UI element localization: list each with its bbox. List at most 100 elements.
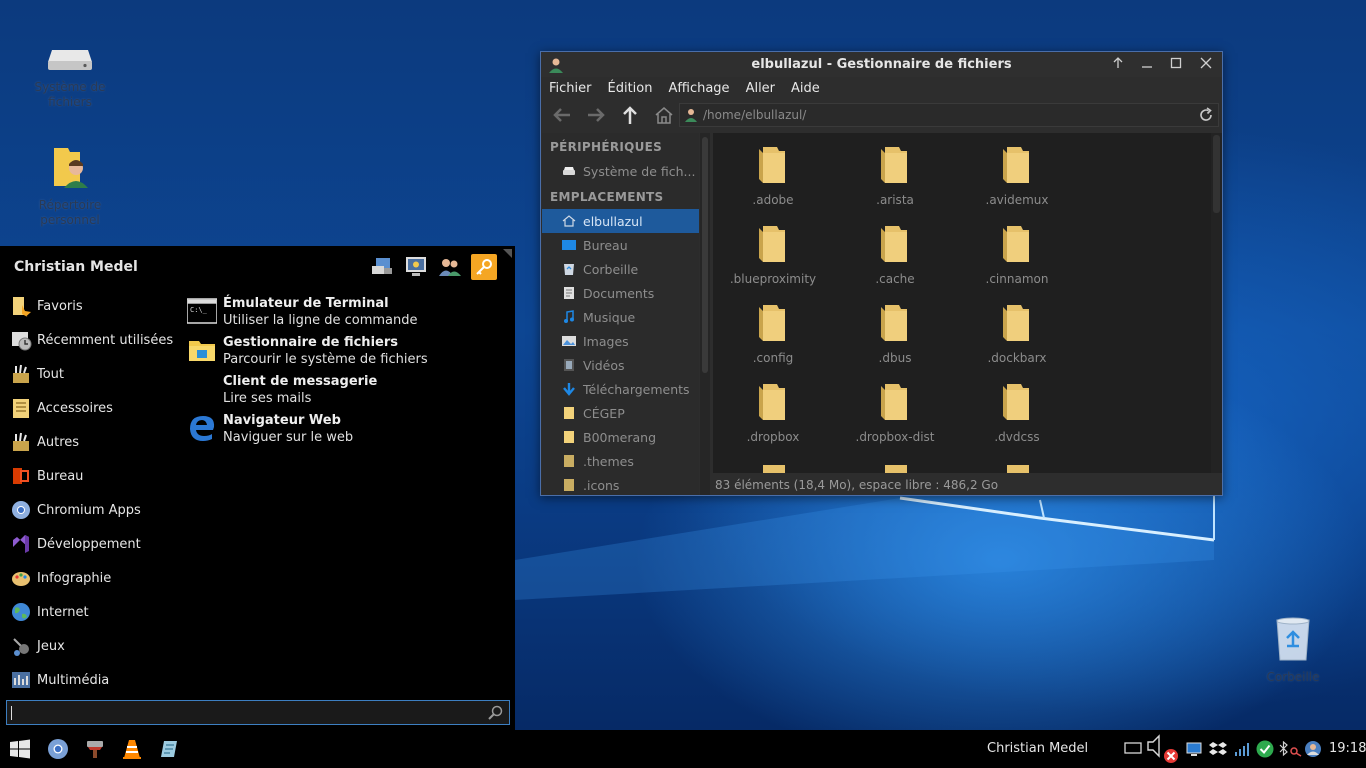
desktop-icon-filesystem[interactable]: Système de fichiers bbox=[25, 44, 115, 110]
folder-item[interactable]: .dbus bbox=[835, 301, 955, 365]
folder-item[interactable]: .dockbarx bbox=[957, 301, 1077, 365]
folder-label: .avidemux bbox=[985, 193, 1049, 207]
menu-app-terminal[interactable]: C:\_ Émulateur de Terminal Utiliser la lig… bbox=[186, 296, 507, 332]
user-app-icon bbox=[549, 58, 563, 73]
folder-item[interactable]: .adobe bbox=[713, 143, 833, 207]
resize-corner[interactable] bbox=[503, 249, 512, 258]
keep-above-button[interactable] bbox=[1109, 56, 1127, 74]
back-button[interactable] bbox=[547, 101, 577, 129]
menu-app-mail[interactable]: Client de messagerie Lire ses mails bbox=[187, 374, 507, 410]
folder-item[interactable]: .dropbox-dist bbox=[835, 380, 955, 444]
folder-label: .config bbox=[752, 351, 794, 365]
network-tray-icon[interactable] bbox=[1233, 739, 1251, 759]
menu-category-internet[interactable]: Internet bbox=[10, 597, 89, 627]
menu-category-favorites[interactable]: Favoris bbox=[10, 291, 83, 321]
location-bar[interactable]: /home/elbullazul/ bbox=[679, 103, 1219, 127]
file-view[interactable]: .adobe .arista .avidemux .blueproximity .cac… bbox=[713, 133, 1211, 473]
folder-item[interactable]: .dropbox bbox=[713, 380, 833, 444]
sidebar-item-themes[interactable]: .themes bbox=[542, 449, 699, 473]
menu-category-development[interactable]: Développement bbox=[10, 529, 141, 559]
menu-aller[interactable]: Aller bbox=[746, 81, 775, 96]
folder-icon bbox=[564, 455, 574, 467]
switch-user-button[interactable] bbox=[437, 254, 463, 280]
sidebar-item-icons[interactable]: .icons bbox=[542, 473, 699, 495]
sidebar-item-bureau[interactable]: Bureau bbox=[542, 233, 699, 257]
folder-item[interactable]: .cache bbox=[835, 222, 955, 286]
show-desktop-button[interactable] bbox=[1124, 739, 1142, 759]
gimp-launcher[interactable] bbox=[83, 737, 107, 761]
close-button[interactable] bbox=[1197, 56, 1215, 74]
folder-item[interactable]: .dvdcss bbox=[957, 380, 1077, 444]
menu-category-accessories[interactable]: Accessoires bbox=[10, 393, 113, 423]
taskbar-username[interactable]: Christian Medel bbox=[987, 741, 1088, 756]
sidebar-item-home[interactable]: elbullazul bbox=[542, 209, 699, 233]
sidebar-item-label: Téléchargements bbox=[583, 381, 690, 397]
menu-fichier[interactable]: Fichier bbox=[549, 81, 592, 96]
application-menu[interactable]: Christian Medel Favoris Récemment utilisé… bbox=[0, 246, 515, 730]
desktop-icon-trash[interactable]: Corbeille bbox=[1248, 616, 1338, 685]
parent-folder-button[interactable] bbox=[615, 101, 645, 129]
desktop-icon-home[interactable]: Répertoire personnel bbox=[25, 144, 115, 228]
sidebar-item-images[interactable]: Images bbox=[542, 329, 699, 353]
maximize-button[interactable] bbox=[1167, 56, 1185, 74]
vlc-launcher[interactable] bbox=[120, 737, 144, 761]
sidebar-item-cegep[interactable]: CÉGEP bbox=[542, 401, 699, 425]
search-input[interactable] bbox=[6, 700, 510, 725]
folder-item-partial[interactable] bbox=[957, 461, 1077, 473]
folder-item-partial[interactable] bbox=[835, 461, 955, 473]
sidebar-item-label: Système de fich... bbox=[583, 163, 696, 179]
logout-button[interactable] bbox=[471, 254, 497, 280]
chromium-launcher[interactable] bbox=[46, 737, 70, 761]
sidebar-item-filesystem[interactable]: Système de fich... bbox=[542, 159, 699, 183]
sidebar-item-documents[interactable]: Documents bbox=[542, 281, 699, 305]
folder-item[interactable]: .avidemux bbox=[957, 143, 1077, 207]
menu-category-others[interactable]: Autres bbox=[10, 427, 79, 457]
home-icon bbox=[562, 215, 576, 227]
updates-tray-icon[interactable] bbox=[1256, 739, 1274, 759]
dropbox-tray-icon[interactable] bbox=[1209, 739, 1227, 759]
bluetooth-tray-icon[interactable] bbox=[1278, 739, 1302, 759]
menu-edition[interactable]: Édition bbox=[608, 81, 653, 96]
editor-launcher[interactable] bbox=[157, 737, 181, 761]
minimize-button[interactable] bbox=[1138, 56, 1156, 74]
sidebar-item-label: Musique bbox=[583, 309, 636, 325]
sidebar-item-videos[interactable]: Vidéos bbox=[542, 353, 699, 377]
volume-muted-indicator[interactable] bbox=[1146, 734, 1180, 763]
accessories-icon bbox=[10, 397, 32, 419]
title-bar[interactable]: elbullazul - Gestionnaire de fichiers bbox=[541, 52, 1222, 77]
folder-item-partial[interactable] bbox=[713, 461, 833, 473]
sidebar-item-corbeille[interactable]: Corbeille bbox=[542, 257, 699, 281]
lock-screen-button[interactable] bbox=[403, 254, 429, 280]
file-manager-window[interactable]: elbullazul - Gestionnaire de fichiers Fi… bbox=[540, 51, 1223, 496]
file-view-scrollbar[interactable] bbox=[1211, 133, 1222, 473]
clock[interactable]: 19:18 bbox=[1329, 741, 1366, 756]
menu-category-recent[interactable]: Récemment utilisées bbox=[10, 325, 173, 355]
menu-aide[interactable]: Aide bbox=[791, 81, 820, 96]
folder-item[interactable]: .config bbox=[713, 301, 833, 365]
menu-affichage[interactable]: Affichage bbox=[668, 81, 729, 96]
display-tray-icon[interactable] bbox=[1185, 739, 1203, 759]
notifications-tray-icon[interactable] bbox=[1304, 739, 1322, 759]
settings-manager-button[interactable] bbox=[369, 254, 395, 280]
forward-button[interactable] bbox=[581, 101, 611, 129]
folder-item[interactable]: .blueproximity bbox=[713, 222, 833, 286]
signal-bars-icon bbox=[1235, 743, 1249, 756]
menu-category-all[interactable]: Tout bbox=[10, 359, 64, 389]
menu-category-chromium[interactable]: Chromium Apps bbox=[10, 495, 141, 525]
start-button[interactable] bbox=[8, 737, 32, 761]
menu-app-edge[interactable]: Navigateur Web Naviguer sur le web bbox=[187, 413, 507, 449]
menu-app-file-manager[interactable]: Gestionnaire de fichiers Parcourir le sys… bbox=[187, 335, 507, 371]
reload-icon[interactable] bbox=[1198, 107, 1214, 123]
sidebar-item-musique[interactable]: Musique bbox=[542, 305, 699, 329]
menu-category-office[interactable]: Bureau bbox=[10, 461, 83, 491]
sidebar-item-telechargements[interactable]: Téléchargements bbox=[542, 377, 699, 401]
menu-category-games[interactable]: Jeux bbox=[10, 631, 65, 661]
sidebar-item-b00merang[interactable]: B00merang bbox=[542, 425, 699, 449]
sidebar-item-label: .themes bbox=[583, 453, 634, 469]
sidebar-scrollbar[interactable] bbox=[700, 133, 710, 495]
home-button[interactable] bbox=[649, 101, 679, 129]
folder-item[interactable]: .arista bbox=[835, 143, 955, 207]
menu-category-multimedia[interactable]: Multimédia bbox=[10, 665, 109, 695]
menu-category-graphics[interactable]: Infographie bbox=[10, 563, 111, 593]
folder-item[interactable]: .cinnamon bbox=[957, 222, 1077, 286]
